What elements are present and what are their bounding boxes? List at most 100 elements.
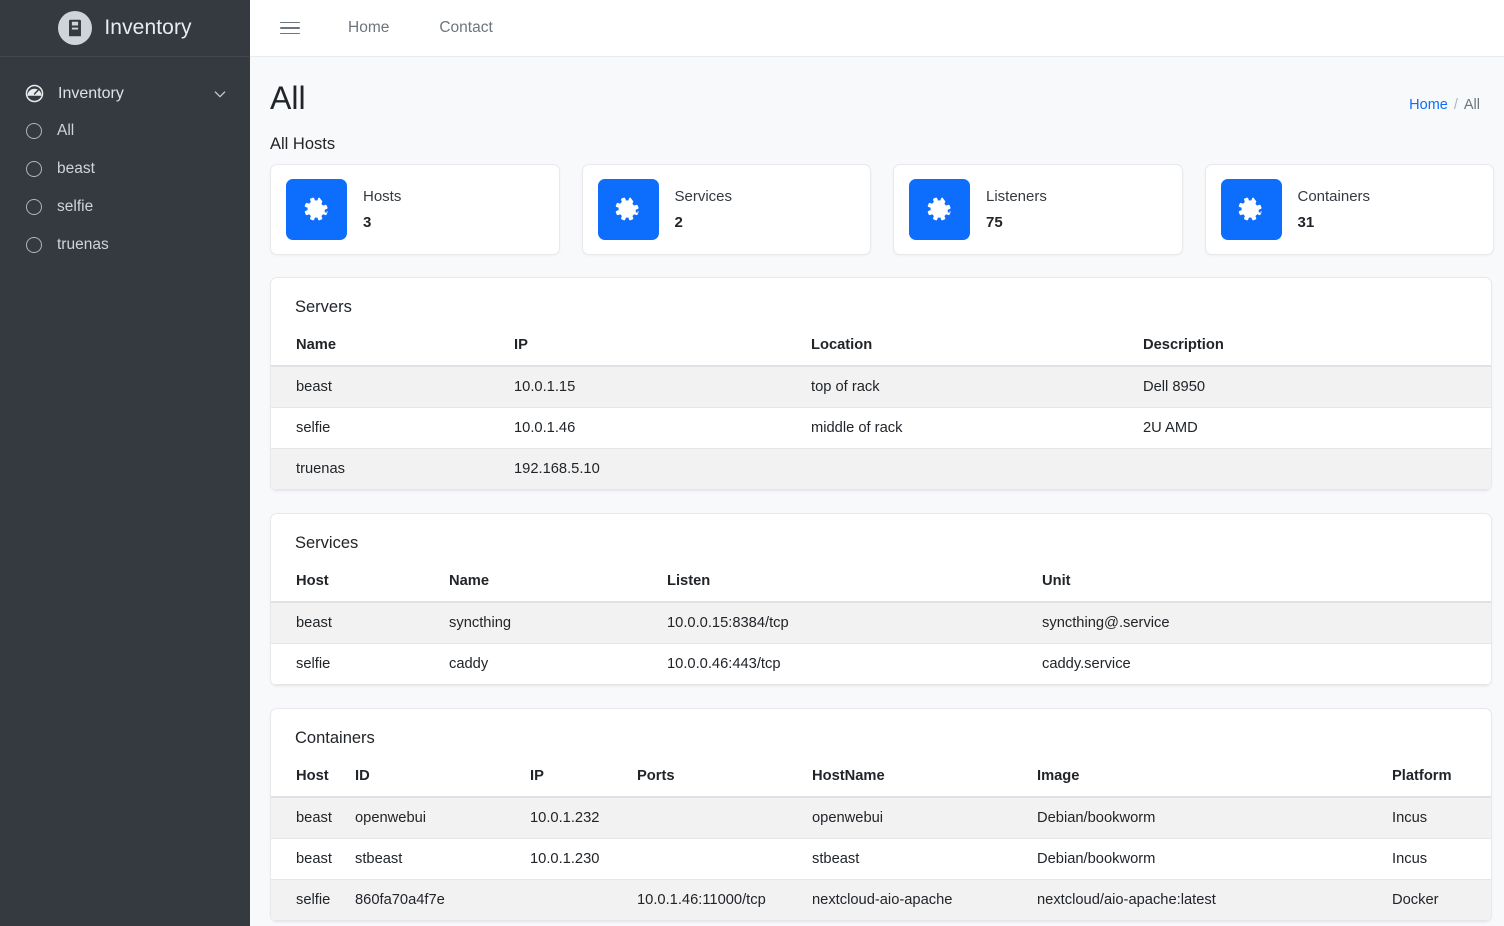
- table-row[interactable]: selfie caddy 10.0.0.46:443/tcp caddy.ser…: [271, 644, 1491, 685]
- cell-hostname: openwebui: [804, 797, 1029, 839]
- stat-label: Listeners: [986, 188, 1047, 205]
- panel-title-containers: Containers: [271, 723, 1491, 762]
- column-header[interactable]: ID: [347, 762, 522, 797]
- stat-card-listeners[interactable]: Listeners 75: [893, 164, 1183, 255]
- cell-host: beast: [271, 602, 441, 644]
- stat-value: 31: [1298, 214, 1371, 231]
- sidebar-brand[interactable]: Inventory: [0, 0, 250, 57]
- servers-panel: Servers Name IP Location Description bea…: [270, 277, 1492, 491]
- cell-host: selfie: [271, 644, 441, 685]
- services-table: Host Name Listen Unit beast syncthing 10…: [271, 567, 1491, 685]
- radio-circle-icon: [26, 237, 42, 253]
- breadcrumb: Home/All: [1409, 97, 1480, 113]
- sidebar-item-label: selfie: [57, 198, 93, 216]
- containers-panel: Containers Host ID IP Ports HostName Ima…: [270, 708, 1492, 922]
- table-row[interactable]: beast 10.0.1.15 top of rack Dell 8950: [271, 366, 1491, 408]
- services-table-body: beast syncthing 10.0.0.15:8384/tcp synct…: [271, 602, 1491, 685]
- cell-location: middle of rack: [803, 408, 1135, 449]
- table-row[interactable]: beast syncthing 10.0.0.15:8384/tcp synct…: [271, 602, 1491, 644]
- app-root: Inventory Inventory: [0, 0, 1504, 926]
- stat-card-row: Hosts 3 Services 2: [250, 164, 1504, 255]
- cell-platform: Docker: [1384, 880, 1491, 921]
- app-logo-icon: [58, 11, 92, 45]
- radio-circle-icon: [26, 161, 42, 177]
- column-header[interactable]: Location: [803, 331, 1135, 366]
- cell-ip: 10.0.1.46: [506, 408, 803, 449]
- cell-name: selfie: [271, 408, 506, 449]
- column-header[interactable]: IP: [522, 762, 629, 797]
- cell-platform: Incus: [1384, 839, 1491, 880]
- sidebar-item-all[interactable]: All: [0, 112, 250, 150]
- cell-description: [1135, 449, 1491, 490]
- column-header[interactable]: Name: [441, 567, 659, 602]
- breadcrumb-current: All: [1464, 97, 1480, 113]
- servers-table: Name IP Location Description beast 10.0.…: [271, 331, 1491, 490]
- topnav-link-home[interactable]: Home: [334, 13, 403, 43]
- chevron-down-icon[interactable]: [212, 86, 228, 102]
- stat-card-hosts[interactable]: Hosts 3: [270, 164, 560, 255]
- table-row[interactable]: truenas 192.168.5.10: [271, 449, 1491, 490]
- cell-ip: 10.0.1.230: [522, 839, 629, 880]
- topnav-link-contact[interactable]: Contact: [425, 13, 506, 43]
- cell-unit: caddy.service: [1034, 644, 1491, 685]
- column-header[interactable]: Listen: [659, 567, 1034, 602]
- cell-name: caddy: [441, 644, 659, 685]
- main-area: Home Contact All Home/All All Hosts: [250, 0, 1504, 926]
- column-header[interactable]: Description: [1135, 331, 1491, 366]
- sidebar-item-selfie[interactable]: selfie: [0, 188, 250, 226]
- cell-unit: syncthing@.service: [1034, 602, 1491, 644]
- stat-value: 3: [363, 214, 401, 231]
- stat-card-containers[interactable]: Containers 31: [1205, 164, 1495, 255]
- radio-circle-icon: [26, 199, 42, 215]
- servers-table-head: Name IP Location Description: [271, 331, 1491, 366]
- cell-name: syncthing: [441, 602, 659, 644]
- cell-location: [803, 449, 1135, 490]
- table-header-row: Name IP Location Description: [271, 331, 1491, 366]
- breadcrumb-home-link[interactable]: Home: [1409, 97, 1448, 113]
- column-header[interactable]: Name: [271, 331, 506, 366]
- sidebar-item-label: beast: [57, 160, 95, 178]
- cell-hostname: nextcloud-aio-apache: [804, 880, 1029, 921]
- sidebar-item-label: truenas: [57, 236, 109, 254]
- cell-image: nextcloud/aio-apache:latest: [1029, 880, 1384, 921]
- cell-image: Debian/bookworm: [1029, 839, 1384, 880]
- column-header[interactable]: Unit: [1034, 567, 1491, 602]
- cell-ports: [629, 839, 804, 880]
- column-header[interactable]: IP: [506, 331, 803, 366]
- servers-table-body: beast 10.0.1.15 top of rack Dell 8950 se…: [271, 366, 1491, 490]
- cell-id: stbeast: [347, 839, 522, 880]
- column-header[interactable]: Image: [1029, 762, 1384, 797]
- cell-ports: [629, 797, 804, 839]
- cell-hostname: stbeast: [804, 839, 1029, 880]
- table-row[interactable]: selfie 10.0.1.46 middle of rack 2U AMD: [271, 408, 1491, 449]
- panel-title-servers: Servers: [271, 292, 1491, 331]
- column-header[interactable]: Host: [271, 567, 441, 602]
- sidebar-item-truenas[interactable]: truenas: [0, 226, 250, 264]
- cell-ip: 10.0.1.15: [506, 366, 803, 408]
- cell-description: Dell 8950: [1135, 366, 1491, 408]
- stat-card-services[interactable]: Services 2: [582, 164, 872, 255]
- table-row[interactable]: selfie 860fa70a4f7e 10.0.1.46:11000/tcp …: [271, 880, 1491, 921]
- table-row[interactable]: beast stbeast 10.0.1.230 stbeast Debian/…: [271, 839, 1491, 880]
- hamburger-menu-icon[interactable]: [272, 18, 308, 39]
- table-header-row: Host ID IP Ports HostName Image Platform: [271, 762, 1491, 797]
- column-header[interactable]: Host: [271, 762, 347, 797]
- cell-ip: [522, 880, 629, 921]
- cell-platform: Incus: [1384, 797, 1491, 839]
- containers-table-body: beast openwebui 10.0.1.232 openwebui Deb…: [271, 797, 1491, 921]
- cell-host: beast: [271, 797, 347, 839]
- column-header[interactable]: HostName: [804, 762, 1029, 797]
- sidebar: Inventory Inventory: [0, 0, 250, 926]
- table-row[interactable]: beast openwebui 10.0.1.232 openwebui Deb…: [271, 797, 1491, 839]
- column-header[interactable]: Ports: [629, 762, 804, 797]
- gear-icon: [1221, 179, 1282, 240]
- cell-name: beast: [271, 366, 506, 408]
- stat-label: Services: [675, 188, 733, 205]
- gear-icon: [598, 179, 659, 240]
- stat-label: Containers: [1298, 188, 1371, 205]
- panel-title-services: Services: [271, 528, 1491, 567]
- sidebar-group-inventory[interactable]: Inventory: [0, 75, 250, 112]
- sidebar-item-beast[interactable]: beast: [0, 150, 250, 188]
- column-header[interactable]: Platform: [1384, 762, 1491, 797]
- stat-value: 75: [986, 214, 1047, 231]
